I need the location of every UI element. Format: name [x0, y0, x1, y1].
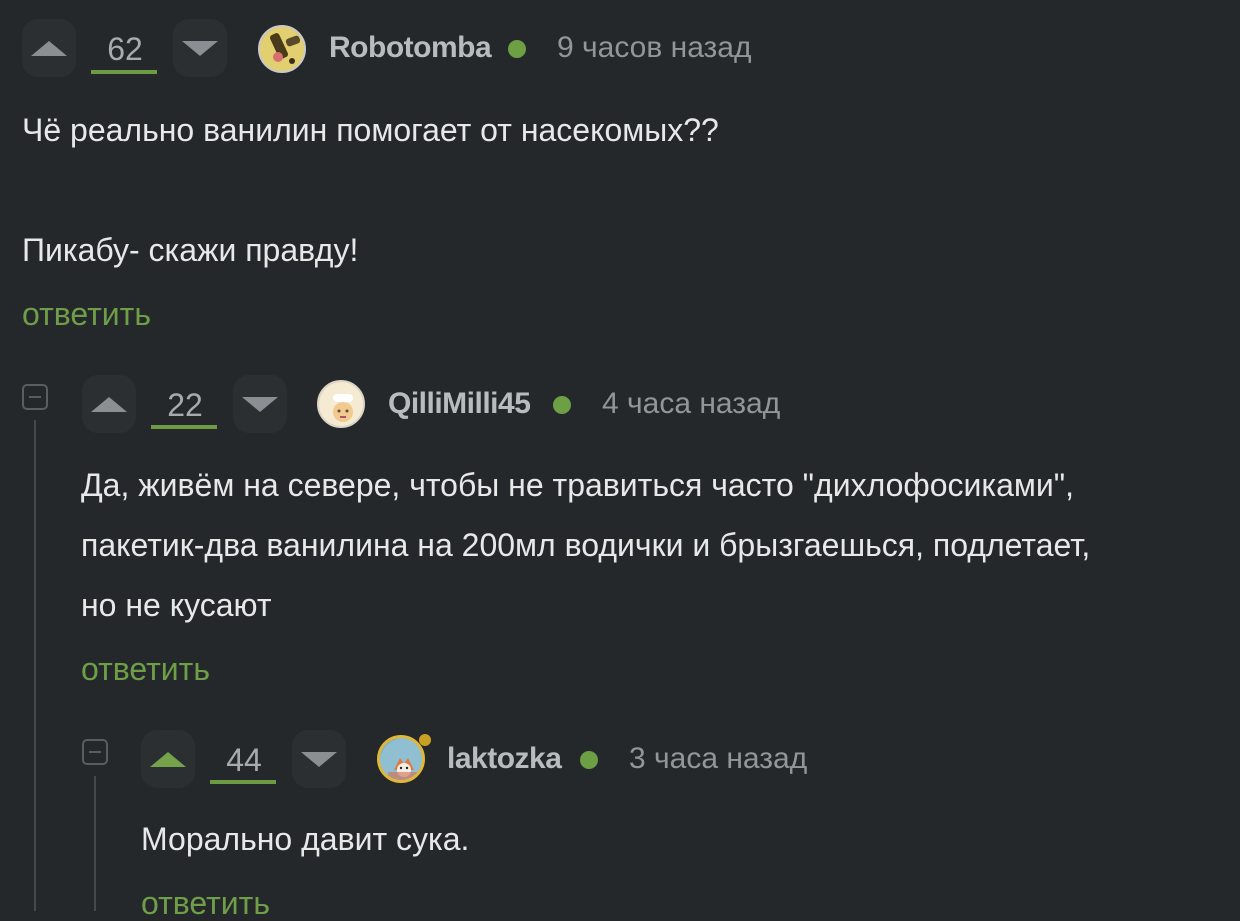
reply-button[interactable]: ответить: [141, 885, 270, 921]
collapse-button[interactable]: [82, 739, 108, 765]
score-underline: [210, 780, 276, 784]
comment-time[interactable]: 3 часа назад: [629, 741, 807, 777]
upvote-button[interactable]: [141, 730, 195, 788]
avatar[interactable]: [377, 735, 425, 783]
triangle-up-icon: [150, 751, 186, 767]
username[interactable]: laktozka: [447, 741, 562, 777]
online-dot-icon: [580, 751, 598, 769]
comment-text-line: Морально давит сука.: [141, 821, 470, 857]
status-badge-dot: [419, 734, 431, 746]
comment-score: 44: [226, 742, 262, 778]
downvote-button[interactable]: [292, 730, 346, 788]
comment-laktozka: 44 laktozka 3 часа назад Морально давит …: [0, 0, 1240, 921]
triangle-down-icon: [301, 751, 337, 767]
avatar-fox-icon: [380, 738, 422, 780]
